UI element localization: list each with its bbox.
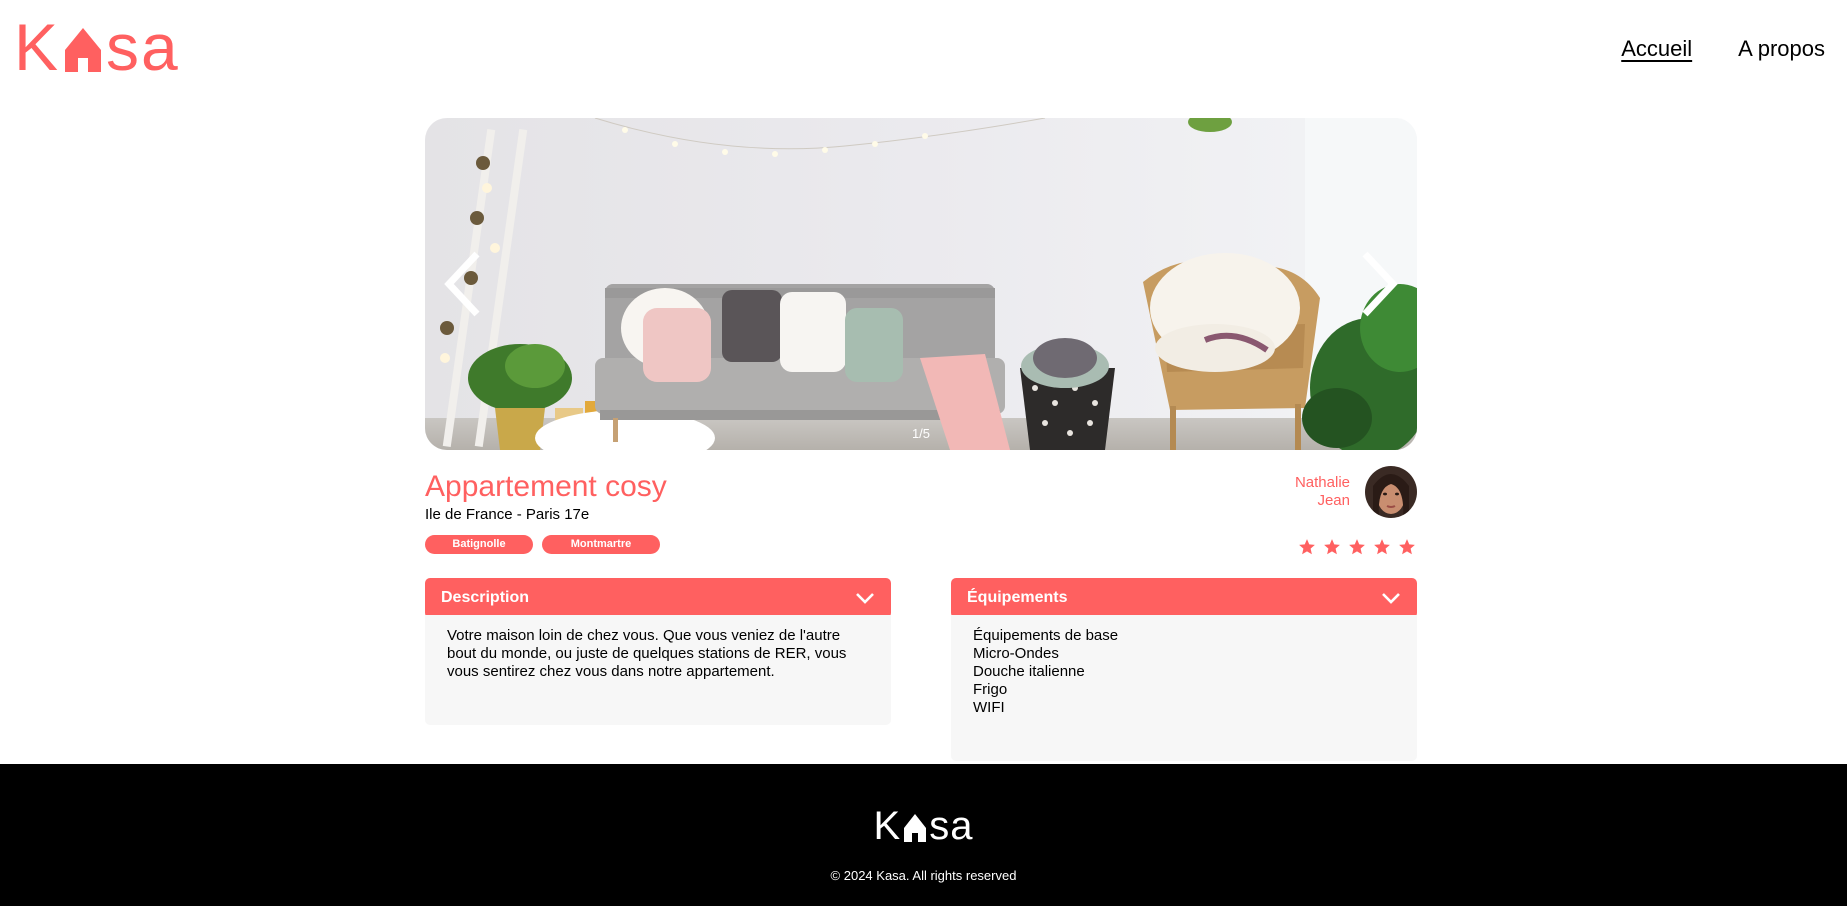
kasa-logo[interactable]: K sa xyxy=(14,14,180,80)
kasa-footer-logo: K sa xyxy=(0,806,1847,846)
equipments-list: Équipements de base Micro-Ondes Douche i… xyxy=(973,627,1395,717)
listing-title: Appartement cosy xyxy=(425,470,667,503)
collapse-title: Description xyxy=(441,589,530,606)
list-item: Équipements de base xyxy=(973,627,1119,644)
logo-letter-k: K xyxy=(873,804,902,848)
collapse-title: Équipements xyxy=(967,589,1068,606)
chevron-left-icon[interactable] xyxy=(439,250,487,318)
equipments-collapse: Équipements Équipements de base Micro-On… xyxy=(951,578,1417,761)
copyright-text: © 2024 Kasa. All rights reserved xyxy=(830,868,1017,883)
list-item: WIFI xyxy=(973,699,1005,716)
equipments-collapse-toggle[interactable]: Équipements xyxy=(951,578,1417,618)
tag: Batignolle xyxy=(425,535,533,554)
star-filled-icon xyxy=(1399,539,1415,555)
carousel-counter: 1/5 xyxy=(911,426,931,441)
tag-list: Batignolle Montmartre xyxy=(425,535,660,554)
site-footer: K sa © 2024 Kasa. All rights reserved xyxy=(0,764,1847,906)
main-nav: Accueil A propos xyxy=(1621,36,1825,62)
chevron-down-icon[interactable] xyxy=(855,591,875,605)
description-collapse-toggle[interactable]: Description xyxy=(425,578,891,618)
logo-letter-k: K xyxy=(14,10,61,84)
logo-letters-sa: sa xyxy=(106,10,180,84)
star-filled-icon xyxy=(1299,539,1315,555)
list-item: Douche italienne xyxy=(973,663,1085,680)
nav-link-accueil[interactable]: Accueil xyxy=(1621,36,1692,62)
star-filled-icon xyxy=(1374,539,1390,555)
host-first-name: Nathalie xyxy=(1294,474,1350,491)
image-carousel: 1/5 xyxy=(425,118,1417,450)
house-icon xyxy=(65,28,102,72)
list-item: Frigo xyxy=(973,681,1008,698)
description-collapse: Description Votre maison loin de chez vo… xyxy=(425,578,891,725)
listing-location: Ile de France - Paris 17e xyxy=(425,506,590,523)
host-info: Nathalie Jean xyxy=(1270,466,1417,518)
host-last-name: Jean xyxy=(1317,492,1350,509)
apartment-photo xyxy=(425,118,1417,450)
nav-link-a-propos[interactable]: A propos xyxy=(1738,36,1825,62)
tag: Montmartre xyxy=(542,535,660,554)
logo-letters-sa: sa xyxy=(929,804,974,848)
host-name: Nathalie Jean xyxy=(1270,474,1350,510)
star-filled-icon xyxy=(1324,539,1340,555)
host-avatar xyxy=(1365,466,1417,518)
description-text: Votre maison loin de chez vous. Que vous… xyxy=(425,615,891,725)
rating-stars xyxy=(1298,538,1416,556)
star-filled-icon xyxy=(1349,539,1365,555)
equipments-body: Équipements de base Micro-Ondes Douche i… xyxy=(951,615,1417,761)
site-header: K sa Accueil A propos xyxy=(0,0,1847,100)
chevron-right-icon[interactable] xyxy=(1355,250,1403,318)
house-icon xyxy=(904,814,927,842)
list-item: Micro-Ondes xyxy=(973,645,1059,662)
chevron-down-icon[interactable] xyxy=(1381,591,1401,605)
